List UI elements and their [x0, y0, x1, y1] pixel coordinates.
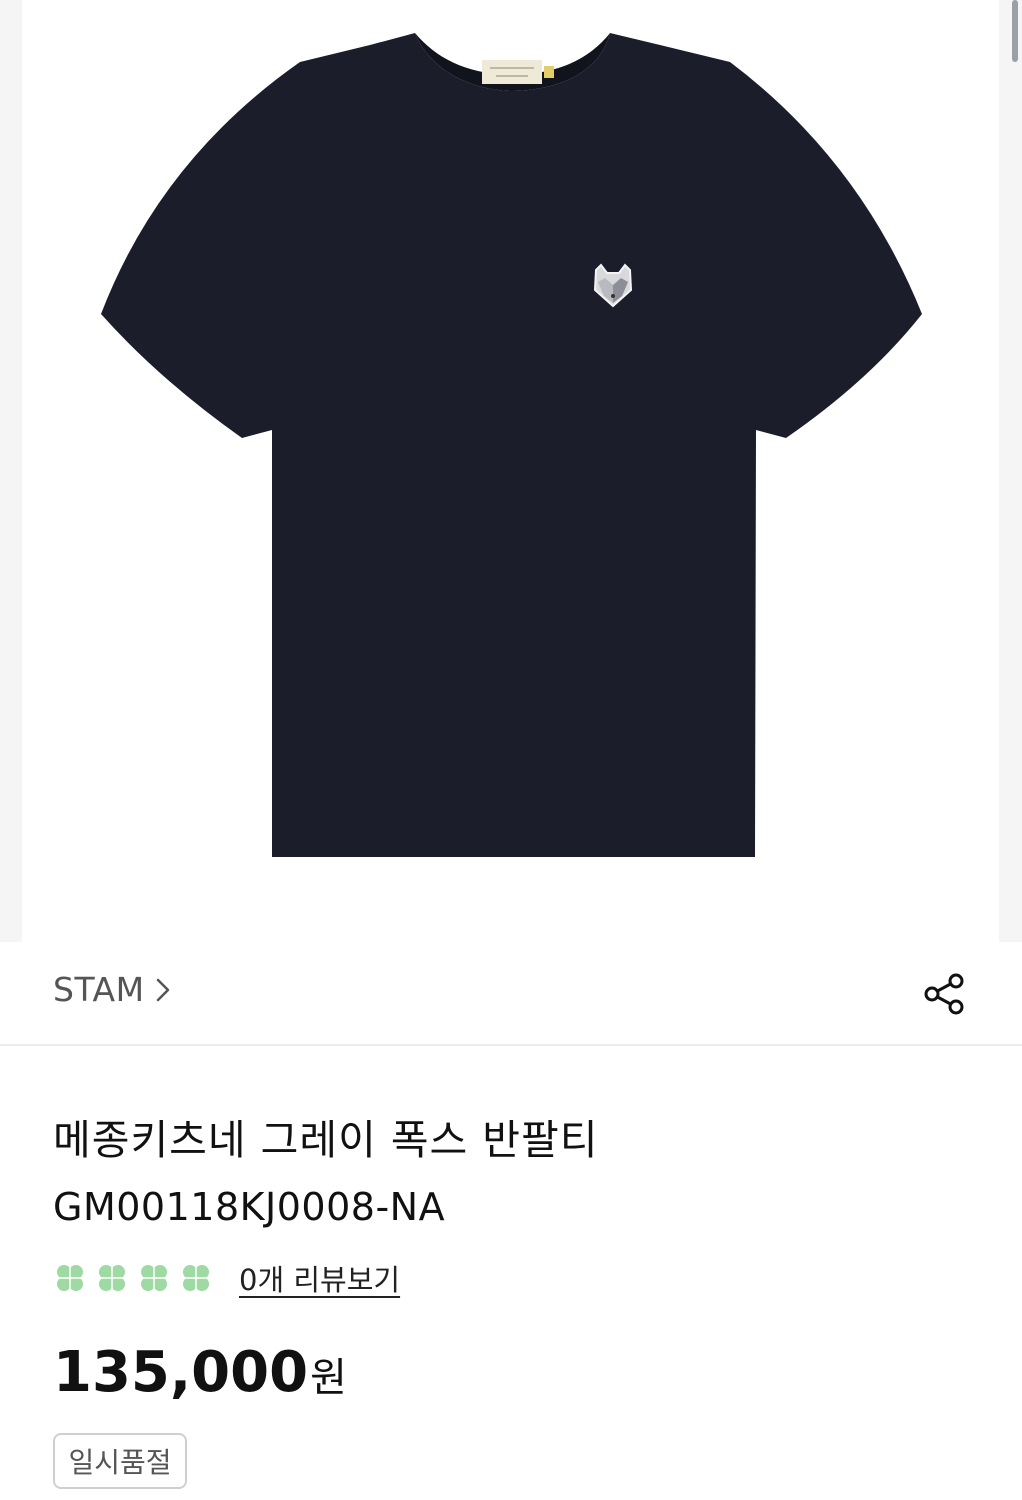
- brand-link[interactable]: STAM: [53, 970, 171, 1009]
- collar-label: [482, 60, 542, 84]
- product-title: 메종키츠네 그레이 폭스 반팔티: [53, 1116, 599, 1164]
- chevron-right-icon: [156, 978, 169, 1001]
- product-image-area: [0, 0, 1022, 942]
- review-link[interactable]: 0개 리뷰보기: [239, 1257, 400, 1299]
- clover-icon: [141, 1265, 167, 1291]
- share-icon[interactable]: [920, 970, 968, 1018]
- product-image[interactable]: [0, 0, 1022, 942]
- clover-icon: [99, 1265, 125, 1291]
- price: 135,000 원: [53, 1340, 347, 1405]
- brand-name: STAM: [53, 970, 145, 1009]
- rating-row: 0개 리뷰보기: [53, 1257, 400, 1299]
- tshirt-shape: [101, 33, 922, 857]
- brand-row: STAM: [0, 942, 1022, 1046]
- clover-icon: [183, 1265, 209, 1291]
- status-badge: 일시품절: [53, 1433, 187, 1489]
- collar-label-tab: [544, 66, 554, 78]
- scrollbar[interactable]: [1012, 0, 1018, 62]
- clover-icon: [57, 1265, 83, 1291]
- product-code: GM00118KJ0008-NA: [53, 1185, 446, 1229]
- price-unit: 원: [310, 1355, 347, 1401]
- price-value: 135,000: [53, 1340, 309, 1405]
